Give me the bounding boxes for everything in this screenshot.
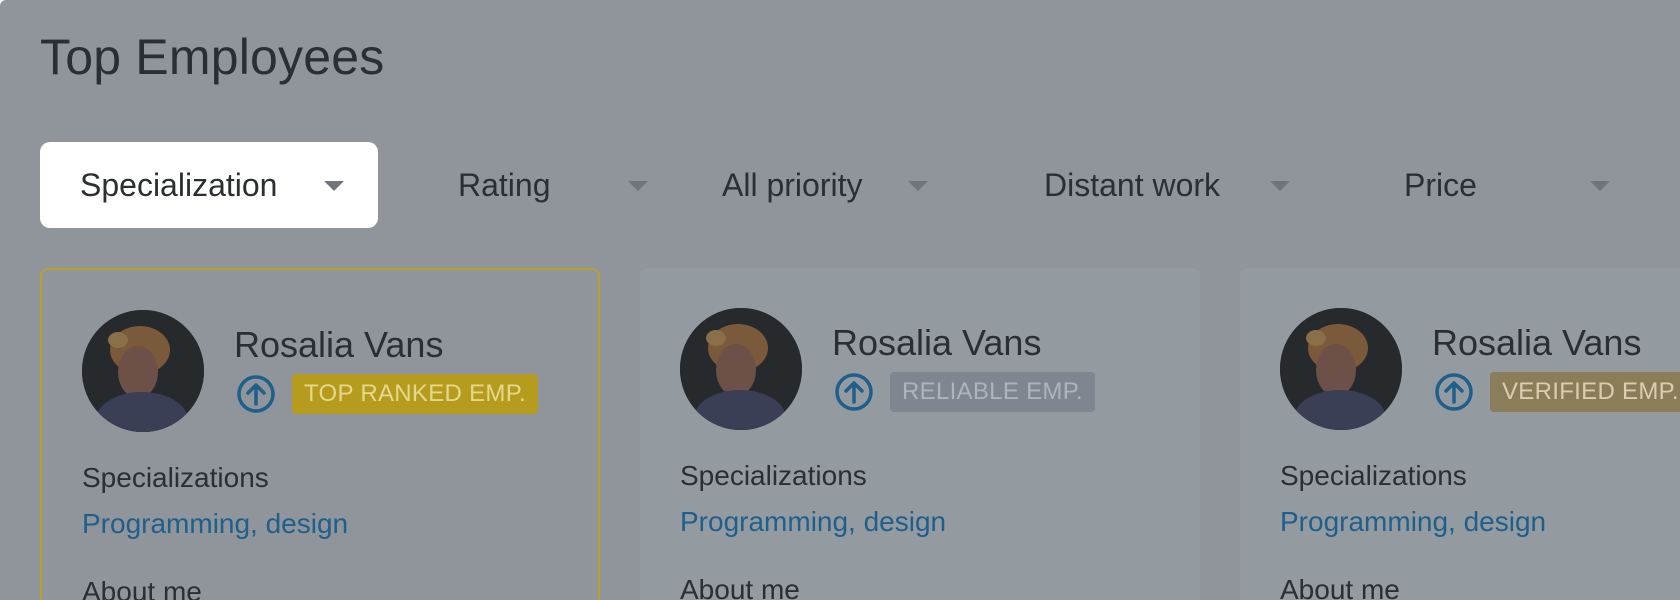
- about-label: About me: [82, 576, 202, 600]
- arrow-up-circle-icon: [835, 373, 873, 411]
- specializations-label: Specializations: [680, 460, 867, 491]
- specializations-value[interactable]: Programming, design: [680, 506, 946, 538]
- employee-name[interactable]: Rosalia Vans: [1432, 322, 1641, 364]
- filter-label: Rating: [458, 166, 551, 203]
- filter-distant-work[interactable]: Distant work: [1044, 142, 1304, 228]
- avatar: [1280, 308, 1402, 430]
- chevron-down-icon: [908, 181, 928, 191]
- filter-all-priority[interactable]: All priority: [722, 142, 982, 228]
- status-badge: RELIABLE EMP.: [890, 372, 1095, 412]
- employee-name[interactable]: Rosalia Vans: [832, 322, 1041, 364]
- filter-rating[interactable]: Rating: [458, 142, 658, 228]
- chevron-down-icon: [324, 181, 344, 191]
- page-title: Top Employees: [40, 29, 385, 85]
- employee-card[interactable]: Rosalia Vans RELIABLE EMP. Specializatio…: [640, 268, 1200, 600]
- filter-price[interactable]: Price: [1404, 142, 1644, 228]
- filter-label: Distant work: [1044, 166, 1221, 203]
- employee-name[interactable]: Rosalia Vans: [234, 324, 443, 366]
- chevron-down-icon: [1270, 181, 1290, 191]
- about-label: About me: [1280, 574, 1400, 600]
- top-employees-panel: Top Employees Specialization Rating All …: [0, 0, 1680, 600]
- arrow-up-circle-icon: [237, 375, 275, 413]
- arrow-up-circle-icon: [1435, 373, 1473, 411]
- about-label: About me: [680, 574, 800, 600]
- filter-label: Price: [1404, 166, 1477, 203]
- status-badge: TOP RANKED EMP.: [292, 374, 538, 414]
- employee-card[interactable]: Rosalia Vans TOP RANKED EMP. Specializat…: [40, 268, 600, 600]
- specializations-value[interactable]: Programming, design: [82, 508, 348, 540]
- status-badge: VERIFIED EMP.: [1490, 372, 1680, 412]
- filter-label: Specialization: [80, 166, 278, 203]
- filter-label: All priority: [722, 166, 863, 203]
- specializations-label: Specializations: [1280, 460, 1467, 491]
- chevron-down-icon: [1590, 181, 1610, 191]
- avatar: [680, 308, 802, 430]
- avatar: [82, 310, 204, 432]
- specializations-label: Specializations: [82, 462, 269, 493]
- specializations-value[interactable]: Programming, design: [1280, 506, 1546, 538]
- employee-card[interactable]: Rosalia Vans VERIFIED EMP. Specializatio…: [1240, 268, 1680, 600]
- chevron-down-icon: [628, 181, 648, 191]
- filter-specialization[interactable]: Specialization: [40, 142, 378, 228]
